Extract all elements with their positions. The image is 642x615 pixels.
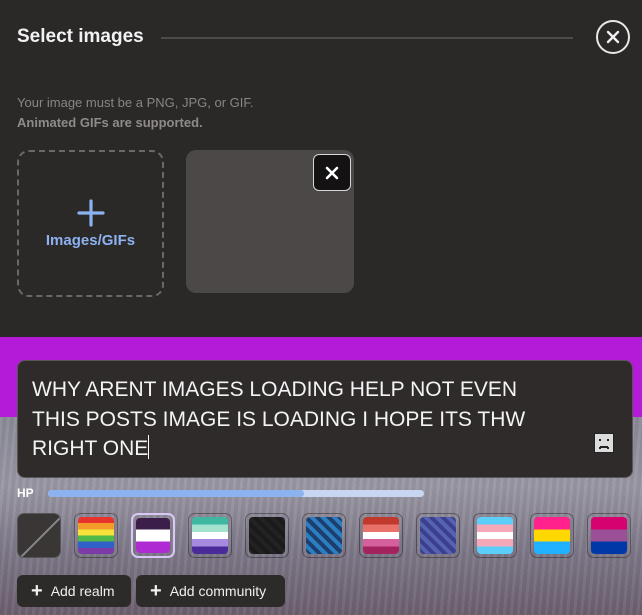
post-text: WHY ARENT IMAGES LOADING HELP NOT EVEN T…	[32, 378, 526, 460]
theme-swatch-dark-pattern[interactable]	[245, 513, 289, 558]
file-type-hint: Your image must be a PNG, JPG, or GIF. A…	[17, 93, 254, 133]
add-realm-button[interactable]: + Add realm	[17, 575, 131, 607]
modal-title: Select images	[17, 26, 144, 47]
theme-swatches	[17, 513, 637, 558]
plus-icon: +	[31, 580, 43, 602]
hp-bar-fill	[48, 490, 304, 497]
hp-bar	[48, 490, 424, 497]
sad-face-icon[interactable]	[594, 433, 614, 453]
theme-swatch-blue-pattern[interactable]	[302, 513, 346, 558]
hint-formats: Your image must be a PNG, JPG, or GIF.	[17, 95, 254, 110]
hp-label: HP	[17, 486, 34, 500]
post-text-input[interactable]: WHY ARENT IMAGES LOADING HELP NOT EVEN T…	[17, 360, 633, 478]
hint-animated: Animated GIFs are supported.	[17, 115, 203, 130]
theme-swatch-bi[interactable]	[587, 513, 631, 558]
close-icon	[325, 166, 339, 179]
plus-icon: +	[150, 580, 162, 602]
post-editor-screen: Select images Your image must be a PNG, …	[0, 0, 642, 615]
text-caret	[148, 435, 150, 459]
close-modal-button[interactable]	[596, 20, 630, 54]
close-icon	[606, 30, 620, 44]
theme-swatch-rainbow[interactable]	[74, 513, 118, 558]
theme-swatch-circuit[interactable]	[416, 513, 460, 558]
add-images-label: Images/GIFs	[45, 232, 136, 249]
theme-swatch-trans[interactable]	[473, 513, 517, 558]
add-community-label: Add community	[169, 583, 267, 599]
add-images-button[interactable]: Images/GIFs	[17, 150, 164, 297]
theme-swatch-pan[interactable]	[530, 513, 574, 558]
add-realm-label: Add realm	[50, 583, 115, 599]
theme-swatch-red-pink[interactable]	[359, 513, 403, 558]
theme-swatch-teal-lilac[interactable]	[188, 513, 232, 558]
title-divider	[161, 37, 573, 39]
plus-icon	[76, 199, 105, 227]
add-community-button[interactable]: + Add community	[136, 575, 285, 607]
theme-swatch-purple-white[interactable]	[131, 513, 175, 558]
sad-face-glyph	[599, 439, 609, 449]
remove-image-button[interactable]	[313, 154, 351, 191]
theme-swatch-none[interactable]	[17, 513, 61, 558]
